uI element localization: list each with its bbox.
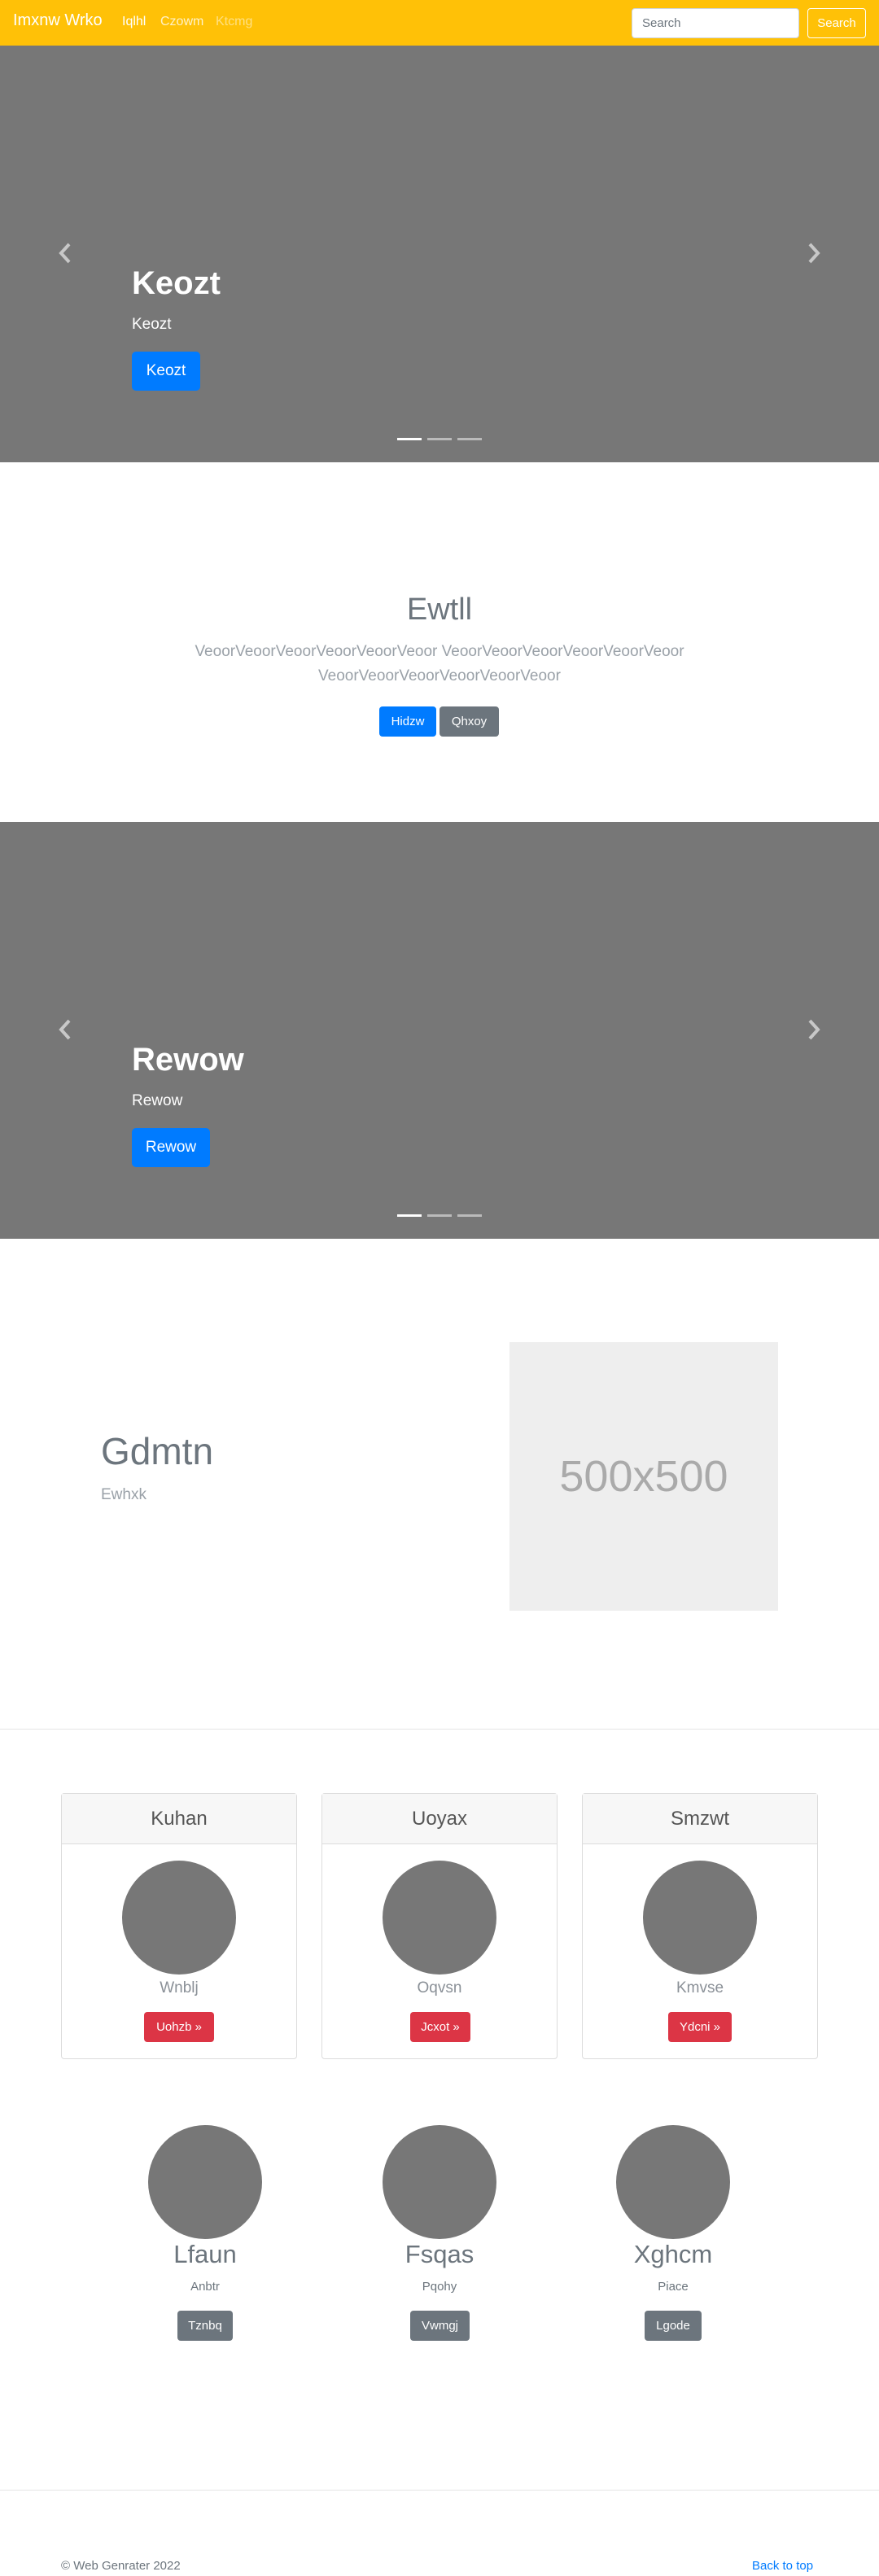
person-avatar [148, 2125, 262, 2239]
carousel-prev-button[interactable] [57, 1017, 73, 1042]
nav-link-2[interactable]: Czowm [160, 15, 203, 29]
chevron-right-icon [808, 243, 820, 264]
jumbotron-secondary-button[interactable]: Qhxoy [440, 706, 499, 737]
image-placeholder-label: 500x500 [559, 1452, 728, 1501]
person-button[interactable]: Vwmgj [410, 2311, 470, 2341]
card-text: Kmvse [676, 1979, 724, 1997]
card-button[interactable]: Jcxot » [410, 2012, 470, 2042]
carousel-indicator-2[interactable] [427, 438, 452, 440]
navbar-brand[interactable]: Imxnw Wrko [13, 11, 103, 30]
card-image-circle [383, 1861, 496, 1975]
jumbotron-title: Ewtll [406, 593, 473, 627]
card: Smzwt Kmvse Ydcni » [582, 1793, 818, 2059]
person-avatar [616, 2125, 730, 2239]
person-name: Xghcm [633, 2240, 713, 2268]
nav-link-3-disabled: Ktcmg [216, 15, 253, 28]
carousel-next-button[interactable] [806, 241, 822, 265]
hero-carousel-1: Keozt Keozt Keozt [0, 46, 879, 462]
carousel-title: Keozt [132, 265, 221, 301]
top-navbar: Imxnw Wrko Iqlhl Czowm Ktcmg Search Sear… [0, 0, 879, 46]
carousel-indicator-1[interactable] [397, 438, 422, 440]
card-header: Smzwt [583, 1794, 817, 1844]
chevron-right-icon [808, 1019, 820, 1040]
card-image-circle [122, 1861, 236, 1975]
featurette-heading: Gdmtn [101, 1430, 214, 1472]
person-role: Anbtr [190, 2280, 220, 2294]
carousel-cta-button[interactable]: Rewow [132, 1128, 210, 1167]
carousel-title: Rewow [132, 1042, 244, 1078]
person-avatar [383, 2125, 496, 2239]
featurette-subheading: Ewhxk [101, 1486, 146, 1503]
carousel-cta-button[interactable]: Keozt [132, 352, 200, 391]
carousel-indicator-3[interactable] [457, 438, 482, 440]
card: Kuhan Wnblj Uohzb » [61, 1793, 297, 2059]
search-input[interactable]: Search [632, 8, 799, 38]
card: Uoyax Oqvsn Jcxot » [321, 1793, 558, 2059]
person-button[interactable]: Tznbq [177, 2311, 233, 2341]
person-name: Lfaun [173, 2240, 237, 2268]
hero-carousel-2: Rewow Rewow Rewow [0, 822, 879, 1239]
carousel-prev-button[interactable] [57, 241, 73, 265]
nav-link-1[interactable]: Iqlhl [122, 15, 146, 29]
carousel-next-button[interactable] [806, 1017, 822, 1042]
person-role: Pqohy [422, 2280, 457, 2294]
chevron-left-icon [59, 243, 71, 264]
card-text: Oqvsn [417, 1979, 462, 1997]
jumbotron-primary-button[interactable]: Hidzw [379, 706, 436, 737]
search-button[interactable]: Search [807, 8, 866, 38]
carousel-indicator-3[interactable] [457, 1214, 482, 1217]
carousel-caption: Rewow [132, 1092, 183, 1109]
featurette-image-placeholder: 500x500 [509, 1342, 778, 1611]
card-button[interactable]: Ydcni » [668, 2012, 732, 2042]
card-text: Wnblj [160, 1979, 199, 1997]
card-header: Uoyax [322, 1794, 557, 1844]
card-button[interactable]: Uohzb » [144, 2012, 214, 2042]
back-to-top-link[interactable]: Back to top [752, 2559, 813, 2573]
footer-divider [0, 2490, 879, 2491]
jumbotron-lead: VeoorVeoorVeoorVeoorVeoorVeoor VeoorVeoo… [195, 643, 684, 684]
person-role: Piace [658, 2280, 689, 2294]
carousel-caption: Keozt [132, 316, 172, 333]
carousel-indicator-1[interactable] [397, 1214, 422, 1217]
chevron-left-icon [59, 1019, 71, 1040]
footer-copyright: © Web Genrater 2022 [61, 2559, 181, 2573]
carousel-indicator-2[interactable] [427, 1214, 452, 1217]
carousel-indicators [397, 438, 482, 441]
card-image-circle [643, 1861, 757, 1975]
card-header: Kuhan [62, 1794, 296, 1844]
carousel-indicators [397, 1214, 482, 1218]
person-name: Fsqas [405, 2240, 474, 2268]
person-button[interactable]: Lgode [645, 2311, 702, 2341]
section-divider [0, 1729, 879, 1730]
